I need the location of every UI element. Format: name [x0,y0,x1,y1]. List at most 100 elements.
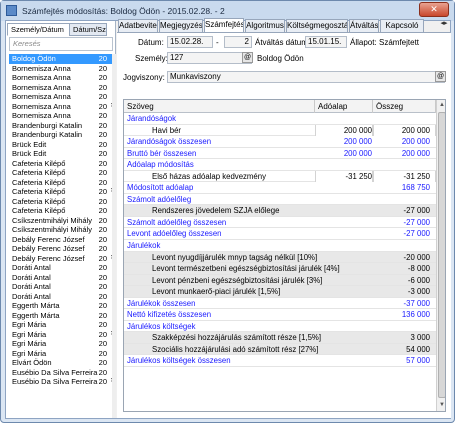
person-count: 20 [98,244,107,253]
grid-row[interactable]: Bruttó bér összesen 200 000 200 000 [124,148,436,160]
person-row[interactable]: Eggerth Márta 20 [9,301,115,311]
grid-row[interactable]: Rendszeres jövedelem SZJA előlege -27 000 [124,205,436,217]
grid-row[interactable]: Járulékok [124,240,436,252]
col-header-osszeg[interactable]: Összeg [373,100,436,113]
grid-scrollbar[interactable]: ▲ ▼ [436,100,445,411]
tab-scroll-arrows[interactable]: ◂▸ [437,19,451,32]
search-input[interactable]: Keresés [9,37,113,51]
person-row[interactable]: Bornemisza Anna 20 [9,111,115,121]
jogviszony-lookup-icon[interactable]: @ [435,71,446,82]
person-row[interactable]: Doráti Antal 20 [9,292,115,302]
grid-row[interactable]: Járandóságok [124,113,436,125]
tab-szemely-datum[interactable]: Személy/Dátum [7,23,70,36]
scroll-thumb[interactable] [438,112,445,398]
grid-row[interactable]: Szociális hozzájárulási adó számított ré… [124,343,436,356]
person-list[interactable]: Boldog Ödön 20 Bornemisza Anna 20 Bornemisza… [9,54,115,418]
tab-k-lts-gmegoszt-s[interactable]: Költségmegosztás [286,19,348,33]
person-row[interactable]: Eggerth Márta 20 [9,311,115,321]
person-name: Brück Edit [12,149,47,158]
grid-row[interactable]: Számolt adóelőleg [124,194,436,206]
person-row[interactable]: Brück Edit 20 [9,149,115,159]
col-header-szoveg[interactable]: Szöveg [124,100,315,113]
grid-row[interactable]: Havi bér 200 000 200 000 [124,124,436,137]
row-text: Bruttó bér összesen [127,148,197,158]
person-list-scrollbar[interactable] [112,54,116,418]
grid-row[interactable]: Módosított adóalap 168 750 [124,182,436,194]
grid-row[interactable]: Szakképzési hozzájárulás számított része… [124,332,436,344]
person-count: 20 [98,101,107,111]
person-count: 20 [98,120,107,130]
person-name: Doráti Antal [12,291,51,301]
person-row[interactable]: Cafeteria Kilépő 20 [9,159,115,169]
person-row[interactable]: Boldog Ödön 20 [9,54,115,64]
person-name: Egri Mária [12,348,47,358]
person-name: Brandenburgi Katalin [12,120,83,130]
person-row[interactable]: Egri Mária 20 [9,349,115,359]
person-row[interactable]: Doráti Antal 20 [9,263,115,273]
grid-row[interactable]: Levont adóelőleg összesen -27 000 [124,228,436,241]
scroll-up-icon[interactable]: ▲ [437,100,445,110]
person-row[interactable]: Cafeteria Kilépő 20 [9,206,115,216]
person-row[interactable]: Elvárt Ödön 20 [9,358,115,368]
person-row[interactable]: Brandenburgi Katalin 20 [9,130,115,140]
datum-field[interactable]: 15.02.28. [167,36,213,48]
row-osszeg: 54 000 [406,344,430,354]
tab-sz-mfejt-s[interactable]: Számfejtés [204,18,244,33]
row-osszeg: -27 000 [403,206,430,216]
grid-row[interactable]: Járulékok összesen -37 000 [124,298,436,310]
grid-row[interactable]: Járandóságok összesen 200 000 200 000 [124,136,436,148]
person-count: 20 [98,73,107,82]
person-row[interactable]: Csíkszentmihályi Mihály 20 [9,225,115,235]
grid-row[interactable]: Számolt adóelőleg összesen -27 000 [124,217,436,229]
person-lookup-icon[interactable]: @ [242,52,253,63]
person-row[interactable]: Eusébio Da Silva Ferreira20¥ [9,377,115,387]
person-row[interactable]: Brück Edit 20 [9,140,115,150]
person-row[interactable]: Brandenburgi Katalin 20 [9,121,115,131]
person-row[interactable]: Debály Ferenc József 20 [9,235,115,245]
person-row[interactable]: Doráti Antal 20 [9,273,115,283]
row-osszeg: -27 000 [403,229,430,239]
grid-row[interactable]: Levont nyugdíjjárulék mnyp tagság nélkül… [124,251,436,264]
tab-algoritmus[interactable]: Algoritmus [245,19,285,33]
grid-row[interactable]: Levont természetbeni egészségbiztosítási… [124,263,436,275]
person-row[interactable]: Bornemisza Anna 20 [9,83,115,93]
tab-megjegyz-s[interactable]: Megjegyzés [159,19,203,33]
person-row[interactable]: Bornemisza Anna20¥ [9,102,115,112]
grid-row[interactable]: Levont pénzbeni egészségbiztosítási járu… [124,274,436,287]
person-row[interactable]: Cafeteria Kilépő20¥ [9,187,115,197]
col-header-adoalap[interactable]: Adóalap [315,100,373,113]
sorszam-field[interactable]: 2 [224,36,252,48]
szemely-id-field[interactable]: 127 [167,52,252,64]
grid-row[interactable]: Levont munkaerő-piaci járulék [1,5%] -3 0… [124,286,436,298]
jogviszony-field[interactable]: Munkaviszony [167,71,445,83]
tab-adatbevitel[interactable]: Adatbevitel [118,19,158,33]
person-name: Doráti Antal [12,263,51,272]
person-row[interactable]: Bornemisza Anna 20 [9,92,115,102]
grid-row[interactable]: Adóalap módosítás [124,159,436,171]
close-button[interactable]: ✕ [419,2,449,17]
row-text: Járulékos költségek összesen [127,356,231,366]
person-row[interactable]: Egri Mária20¥ [9,330,115,340]
person-row[interactable]: Egri Mária 20 [9,339,115,349]
grid-row[interactable]: Járulékos költségek [124,321,436,333]
scroll-down-icon[interactable]: ▼ [437,400,445,410]
tab-kapcsol-[interactable]: Kapcsoló [380,19,424,33]
person-row[interactable]: Egri Mária 20 [9,320,115,330]
person-row[interactable]: Doráti Antal 20 [9,282,115,292]
row-text: Levont munkaerő-piaci járulék [1,5%] [152,287,281,297]
person-row[interactable]: Cafeteria Kilépő 20 [9,168,115,178]
person-row[interactable]: Bornemisza Anna 20 [9,64,115,74]
atvaltas-field[interactable]: 15.01.15. [305,36,347,48]
person-row[interactable]: Eusébio Da Silva Ferreira 20 [9,368,115,378]
person-row[interactable]: Debály Ferenc József 20 [9,244,115,254]
grid-row[interactable]: Első házas adóalap kedvezmény -31 250 -31 … [124,170,436,183]
person-row[interactable]: Debály Ferenc József20¥ [9,254,115,264]
grid-row[interactable]: Járulékos költségek összesen 57 000 [124,355,436,368]
person-row[interactable]: Cafeteria Kilépő 20 [9,197,115,207]
person-row[interactable]: Csíkszentmihályi Mihály 20 [9,216,115,226]
person-row[interactable]: Bornemisza Anna 20 [9,73,115,83]
grid-row[interactable]: Nettó kifizetés összesen 136 000 [124,309,436,321]
tab-datum-szemely[interactable]: Dátum/Személy [69,23,107,36]
tab--tv-lt-s[interactable]: Átváltás [349,19,379,33]
person-row[interactable]: Cafeteria Kilépő 20 [9,178,115,188]
